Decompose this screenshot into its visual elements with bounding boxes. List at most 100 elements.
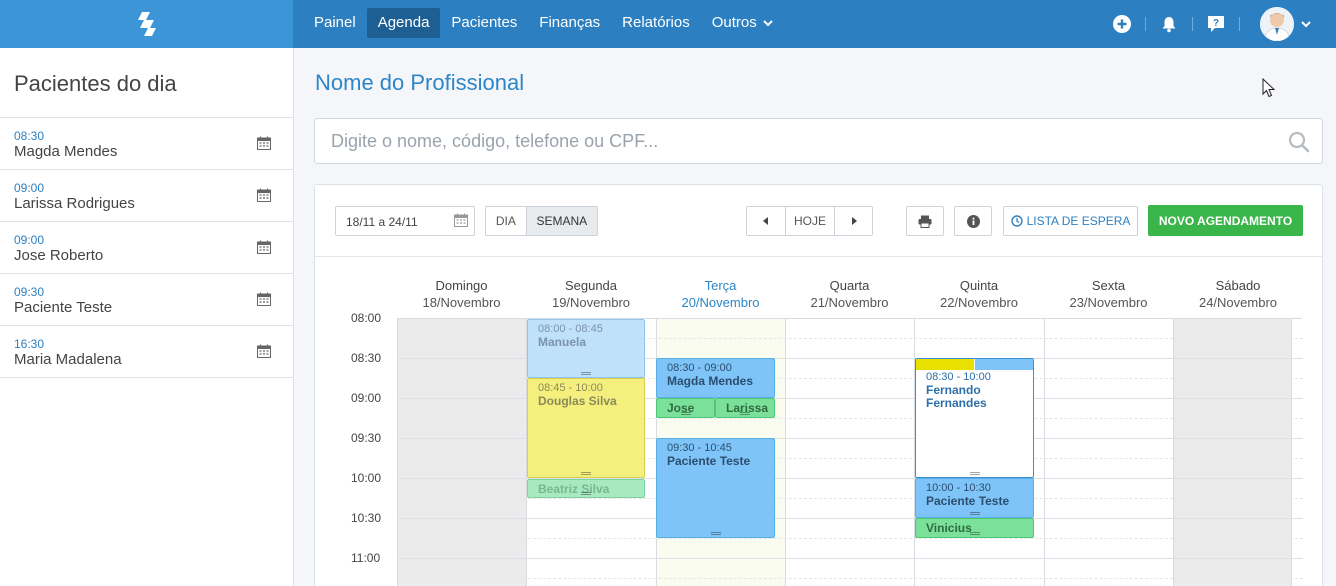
- calendar-icon[interactable]: [257, 240, 271, 254]
- date-range-picker[interactable]: 18/11 a 24/11: [335, 206, 475, 236]
- day-header: Segunda 19/Novembro: [526, 277, 656, 311]
- nav-pacientes[interactable]: Pacientes: [440, 8, 528, 38]
- prev-button[interactable]: [747, 207, 785, 235]
- info-button[interactable]: [954, 206, 992, 236]
- resize-handle[interactable]: [969, 512, 980, 515]
- list-item[interactable]: 16:30 Maria Madalena: [0, 326, 293, 378]
- chevron-down-icon: [1301, 21, 1311, 28]
- resize-handle[interactable]: [740, 412, 750, 415]
- nav-outros[interactable]: Outros: [701, 8, 784, 38]
- divider: [1192, 17, 1193, 31]
- search-icon[interactable]: [1288, 131, 1310, 153]
- nav-label: Agenda: [377, 14, 430, 31]
- resize-handle[interactable]: [581, 372, 591, 375]
- print-button[interactable]: [906, 206, 944, 236]
- appointment-event[interactable]: 08:45 - 10:00 Douglas Silva: [527, 378, 645, 478]
- appointment-event[interactable]: Beatriz Silva: [527, 479, 645, 498]
- waitlist-button[interactable]: LISTA DE ESPERA: [1003, 206, 1138, 236]
- appointment-event[interactable]: 08:00 - 08:45 Manuela: [527, 319, 645, 378]
- logo-icon: [137, 12, 156, 36]
- list-item[interactable]: 09:30 Paciente Teste: [0, 274, 293, 326]
- day-column[interactable]: [1174, 319, 1292, 586]
- resize-handle[interactable]: [581, 492, 591, 495]
- user-menu-button[interactable]: [1294, 0, 1318, 48]
- svg-text:?: ?: [1213, 18, 1219, 29]
- logo[interactable]: [0, 0, 293, 48]
- appointment-event[interactable]: 10:00 - 10:30 Paciente Teste: [915, 478, 1034, 518]
- help-button[interactable]: ?: [1199, 0, 1233, 48]
- time-label: 10:30: [351, 511, 382, 525]
- add-button[interactable]: [1105, 0, 1139, 48]
- appointment-event-selected[interactable]: 08:30 - 10:00 Fernando Fernandes: [915, 358, 1034, 478]
- day-date: 24/Novembro: [1198, 295, 1278, 310]
- new-appointment-button[interactable]: NOVO AGENDAMENTO: [1148, 205, 1303, 236]
- nav-financas[interactable]: Finanças: [528, 8, 611, 38]
- day-column[interactable]: [786, 319, 915, 586]
- waitlist-label: LISTA DE ESPERA: [1026, 214, 1131, 228]
- view-switch: DIA SEMANA: [485, 206, 598, 236]
- notifications-button[interactable]: [1152, 0, 1186, 48]
- day-name: Sábado: [1215, 278, 1261, 293]
- view-week-button[interactable]: SEMANA: [525, 207, 597, 235]
- view-day-button[interactable]: DIA: [486, 207, 526, 235]
- divider: [1145, 17, 1146, 31]
- today-button[interactable]: HOJE: [784, 207, 835, 235]
- resize-handle[interactable]: [710, 532, 721, 535]
- day-header-today: Terça 20/Novembro: [656, 277, 785, 311]
- calendar-icon[interactable]: [257, 344, 271, 358]
- calendar-icon[interactable]: [257, 188, 271, 202]
- calendar-icon[interactable]: [257, 292, 271, 306]
- avatar[interactable]: [1260, 7, 1294, 41]
- sidebar-title: Pacientes do dia: [0, 48, 293, 118]
- time-label: 10:00: [351, 471, 382, 485]
- patient-name: Paciente Teste: [14, 299, 113, 316]
- next-button[interactable]: [834, 207, 872, 235]
- appointment-time: 16:30: [14, 337, 45, 351]
- day-name: Domingo: [435, 278, 488, 293]
- time-label: 08:00: [351, 311, 382, 325]
- list-item[interactable]: 09:00 Larissa Rodrigues: [0, 170, 293, 222]
- next-icon: [851, 217, 857, 225]
- day-column[interactable]: [398, 319, 527, 586]
- chevron-down-icon: [763, 20, 773, 27]
- list-item[interactable]: 09:00 Jose Roberto: [0, 222, 293, 274]
- event-patient: Douglas Silva: [538, 394, 617, 408]
- date-navigation: HOJE: [746, 206, 873, 236]
- nav-label: Relatórios: [622, 14, 690, 31]
- nav-relatorios[interactable]: Relatórios: [611, 8, 701, 38]
- day-name: Segunda: [564, 278, 618, 293]
- resize-handle[interactable]: [680, 412, 691, 415]
- calendar-grid: 08:00 - 08:45 Manuela 08:45 - 10:00 Doug…: [397, 318, 1303, 586]
- list-item[interactable]: 08:30 Magda Mendes: [0, 118, 293, 170]
- day-name: Quarta: [829, 278, 870, 293]
- resize-handle[interactable]: [969, 532, 980, 535]
- appointment-event[interactable]: Larissa: [715, 398, 775, 418]
- grid-line: [398, 518, 1303, 519]
- appointment-time: 09:30: [14, 285, 45, 299]
- day-name: Quinta: [959, 278, 999, 293]
- day-header: Domingo 18/Novembro: [397, 277, 526, 311]
- search-input[interactable]: [315, 119, 1255, 163]
- calendar-icon[interactable]: [257, 136, 271, 150]
- nav-agenda[interactable]: Agenda: [366, 8, 441, 38]
- time-label: 09:30: [351, 431, 382, 445]
- resize-handle[interactable]: [969, 472, 980, 475]
- divider: [1239, 17, 1240, 31]
- appointment-event[interactable]: Vinicius: [915, 518, 1034, 538]
- status-strip: [975, 359, 1033, 370]
- appointment-time: 08:30: [14, 129, 45, 143]
- event-patient: Vinicius: [926, 521, 972, 535]
- grid-line: [398, 578, 1303, 579]
- user-avatar-icon: [1260, 7, 1294, 41]
- day-column[interactable]: [1045, 319, 1174, 586]
- appointment-event[interactable]: 08:30 - 09:00 Magda Mendes: [656, 358, 775, 398]
- appointment-event[interactable]: 09:30 - 10:45 Paciente Teste: [656, 438, 775, 538]
- clock-icon: [1010, 215, 1023, 227]
- appointment-event[interactable]: Jose: [656, 398, 715, 418]
- resize-handle[interactable]: [581, 472, 591, 475]
- date-range-value: 18/11 a 24/11: [346, 215, 418, 229]
- day-header: Sexta 23/Novembro: [1044, 277, 1173, 311]
- grid-line: [398, 538, 1303, 539]
- prev-icon: [762, 217, 768, 225]
- nav-painel[interactable]: Painel: [303, 8, 367, 38]
